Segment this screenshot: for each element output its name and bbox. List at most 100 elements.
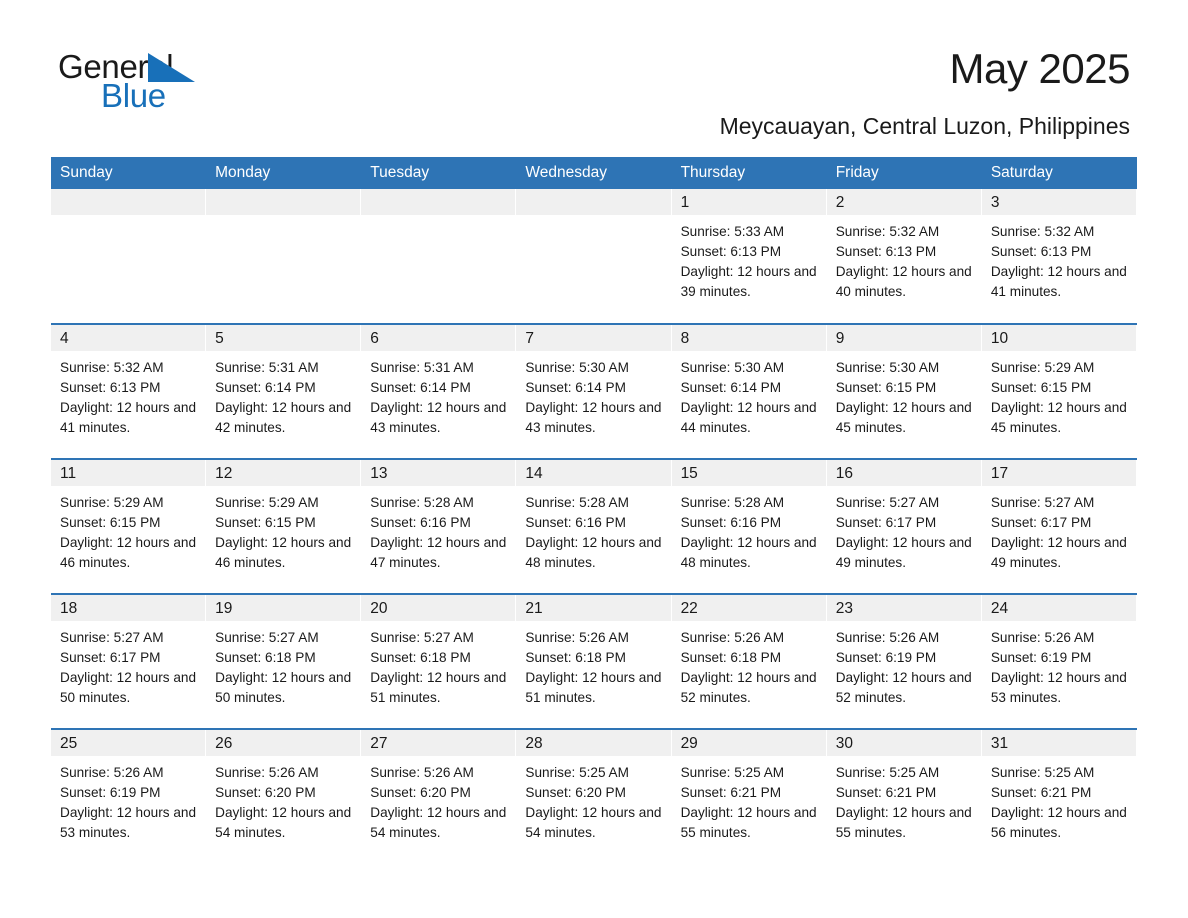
- daylight-text: Daylight: 12 hours and 46 minutes.: [60, 535, 197, 570]
- calendar-table: Sunday Monday Tuesday Wednesday Thursday…: [51, 157, 1137, 864]
- sunrise-text: Sunrise: 5:30 AM: [525, 360, 629, 375]
- day-number: 4: [51, 325, 207, 351]
- calendar-day-cell[interactable]: 8 Sunrise: 5:30 AM Sunset: 6:14 PM Daylight…: [671, 323, 827, 459]
- day-details: Sunrise: 5:26 AM Sunset: 6:18 PM Daylight:…: [672, 621, 827, 708]
- day-number: 5: [206, 325, 362, 351]
- calendar-day-cell[interactable]: 6 Sunrise: 5:31 AM Sunset: 6:14 PM Daylight…: [361, 323, 517, 459]
- day-details: Sunrise: 5:26 AM Sunset: 6:20 PM Daylight:…: [206, 756, 361, 843]
- sunrise-text: Sunrise: 5:26 AM: [215, 765, 319, 780]
- calendar-day-cell[interactable]: 20 Sunrise: 5:27 AM Sunset: 6:18 PM Dayligh…: [361, 593, 517, 729]
- sunset-text: Sunset: 6:16 PM: [680, 515, 782, 530]
- calendar-day-cell[interactable]: 13 Sunrise: 5:28 AM Sunset: 6:16 PM Dayligh…: [361, 458, 517, 594]
- calendar-day-cell[interactable]: 26 Sunrise: 5:26 AM Sunset: 6:20 PM Dayligh…: [206, 728, 362, 864]
- calendar-day-cell[interactable]: 3 Sunrise: 5:32 AM Sunset: 6:13 PM Daylight…: [981, 189, 1137, 324]
- day-details: Sunrise: 5:26 AM Sunset: 6:19 PM Daylight:…: [827, 621, 982, 708]
- calendar-day-cell[interactable]: 14 Sunrise: 5:28 AM Sunset: 6:16 PM Dayligh…: [516, 458, 672, 594]
- calendar-day-cell[interactable]: 9 Sunrise: 5:30 AM Sunset: 6:15 PM Daylight…: [826, 323, 982, 459]
- page-title: May 2025: [949, 45, 1131, 92]
- calendar-day-cell[interactable]: 7 Sunrise: 5:30 AM Sunset: 6:14 PM Daylight…: [516, 323, 672, 459]
- calendar-day-cell[interactable]: 24 Sunrise: 5:26 AM Sunset: 6:19 PM Dayligh…: [981, 593, 1137, 729]
- calendar-day-cell[interactable]: 22 Sunrise: 5:26 AM Sunset: 6:18 PM Dayligh…: [671, 593, 827, 729]
- calendar-day-cell[interactable]: 28 Sunrise: 5:25 AM Sunset: 6:20 PM Dayligh…: [516, 728, 672, 864]
- calendar-day-cell[interactable]: 18 Sunrise: 5:27 AM Sunset: 6:17 PM Dayligh…: [51, 593, 207, 729]
- calendar-day-cell[interactable]: 30 Sunrise: 5:25 AM Sunset: 6:21 PM Dayligh…: [826, 728, 982, 864]
- calendar-week-row: 18 Sunrise: 5:27 AM Sunset: 6:17 PM Dayligh…: [51, 593, 1137, 729]
- daylight-text: Daylight: 12 hours and 46 minutes.: [215, 535, 352, 570]
- calendar-day-cell[interactable]: 16 Sunrise: 5:27 AM Sunset: 6:17 PM Dayligh…: [826, 458, 982, 594]
- sunrise-text: Sunrise: 5:30 AM: [680, 360, 785, 375]
- day-details: Sunrise: 5:25 AM Sunset: 6:20 PM Daylight:…: [516, 756, 671, 843]
- sunrise-text: Sunrise: 5:25 AM: [680, 765, 785, 780]
- day-number: 23: [826, 595, 982, 621]
- calendar-day-cell[interactable]: 17 Sunrise: 5:27 AM Sunset: 6:17 PM Dayligh…: [981, 458, 1137, 594]
- daylight-text: Daylight: 12 hours and 54 minutes.: [370, 805, 507, 840]
- sunset-text: Sunset: 6:14 PM: [370, 380, 471, 395]
- sunrise-text: Sunrise: 5:32 AM: [990, 224, 1095, 239]
- sunrise-text: Sunrise: 5:29 AM: [215, 495, 319, 510]
- calendar-cell-empty: [206, 189, 362, 324]
- day-number: [516, 189, 672, 215]
- daylight-text: Daylight: 12 hours and 41 minutes.: [60, 400, 197, 435]
- sunset-text: Sunset: 6:19 PM: [835, 650, 937, 665]
- calendar-day-cell[interactable]: 11 Sunrise: 5:29 AM Sunset: 6:15 PM Dayligh…: [51, 458, 207, 594]
- calendar-day-cell[interactable]: 15 Sunrise: 5:28 AM Sunset: 6:16 PM Dayligh…: [671, 458, 827, 594]
- calendar-day-cell[interactable]: 5 Sunrise: 5:31 AM Sunset: 6:14 PM Daylight…: [206, 323, 362, 459]
- sunset-text: Sunset: 6:14 PM: [525, 380, 626, 395]
- calendar-day-cell[interactable]: 12 Sunrise: 5:29 AM Sunset: 6:15 PM Dayligh…: [206, 458, 362, 594]
- sunset-text: Sunset: 6:18 PM: [215, 650, 316, 665]
- sunrise-text: Sunrise: 5:25 AM: [990, 765, 1095, 780]
- sunset-text: Sunset: 6:20 PM: [525, 785, 626, 800]
- calendar-day-cell[interactable]: 21 Sunrise: 5:26 AM Sunset: 6:18 PM Dayligh…: [516, 593, 672, 729]
- sunrise-text: Sunrise: 5:28 AM: [680, 495, 785, 510]
- sunrise-text: Sunrise: 5:28 AM: [525, 495, 629, 510]
- calendar-day-cell[interactable]: 31 Sunrise: 5:25 AM Sunset: 6:21 PM Dayligh…: [981, 728, 1137, 864]
- sunrise-text: Sunrise: 5:28 AM: [370, 495, 474, 510]
- calendar-day-cell[interactable]: 23 Sunrise: 5:26 AM Sunset: 6:19 PM Dayligh…: [826, 593, 982, 729]
- day-details: Sunrise: 5:31 AM Sunset: 6:14 PM Daylight:…: [206, 351, 361, 438]
- day-details: Sunrise: 5:30 AM Sunset: 6:15 PM Daylight:…: [827, 351, 982, 438]
- daylight-text: Daylight: 12 hours and 49 minutes.: [835, 535, 972, 570]
- day-number: 25: [51, 730, 207, 756]
- daylight-text: Daylight: 12 hours and 54 minutes.: [215, 805, 352, 840]
- daylight-text: Daylight: 12 hours and 45 minutes.: [990, 400, 1127, 435]
- calendar-week-row: 11 Sunrise: 5:29 AM Sunset: 6:15 PM Dayligh…: [51, 458, 1137, 594]
- daylight-text: Daylight: 12 hours and 51 minutes.: [525, 670, 662, 705]
- daylight-text: Daylight: 12 hours and 41 minutes.: [990, 264, 1127, 299]
- sunset-text: Sunset: 6:18 PM: [370, 650, 471, 665]
- daylight-text: Daylight: 12 hours and 50 minutes.: [215, 670, 352, 705]
- day-number: 24: [981, 595, 1137, 621]
- calendar-day-cell[interactable]: 27 Sunrise: 5:26 AM Sunset: 6:20 PM Dayligh…: [361, 728, 517, 864]
- calendar-day-cell[interactable]: 2 Sunrise: 5:32 AM Sunset: 6:13 PM Daylight…: [826, 189, 982, 324]
- day-number: [51, 189, 207, 215]
- day-details: Sunrise: 5:28 AM Sunset: 6:16 PM Daylight:…: [361, 486, 516, 573]
- sunrise-text: Sunrise: 5:29 AM: [60, 495, 164, 510]
- daylight-text: Daylight: 12 hours and 42 minutes.: [215, 400, 352, 435]
- day-number: 10: [981, 325, 1137, 351]
- day-number: 9: [826, 325, 982, 351]
- sunrise-text: Sunrise: 5:31 AM: [370, 360, 474, 375]
- calendar-body: 1 Sunrise: 5:33 AM Sunset: 6:13 PM Daylight…: [51, 189, 1137, 864]
- weekday-header-saturday: Saturday: [981, 157, 1137, 189]
- calendar-day-cell[interactable]: 19 Sunrise: 5:27 AM Sunset: 6:18 PM Dayligh…: [206, 593, 362, 729]
- general-blue-logo[interactable]: General Blue: [58, 50, 318, 120]
- calendar-day-cell[interactable]: 29 Sunrise: 5:25 AM Sunset: 6:21 PM Dayligh…: [671, 728, 827, 864]
- calendar-day-cell[interactable]: 1 Sunrise: 5:33 AM Sunset: 6:13 PM Daylight…: [671, 189, 827, 324]
- day-details: Sunrise: 5:26 AM Sunset: 6:18 PM Daylight:…: [516, 621, 671, 708]
- day-number: 2: [826, 189, 982, 215]
- sunrise-text: Sunrise: 5:25 AM: [835, 765, 940, 780]
- daylight-text: Daylight: 12 hours and 43 minutes.: [525, 400, 662, 435]
- day-number: 22: [671, 595, 827, 621]
- day-number: 28: [516, 730, 672, 756]
- day-number: 6: [361, 325, 517, 351]
- sunset-text: Sunset: 6:15 PM: [60, 515, 161, 530]
- day-details: Sunrise: 5:27 AM Sunset: 6:17 PM Daylight:…: [827, 486, 982, 573]
- sunset-text: Sunset: 6:16 PM: [525, 515, 626, 530]
- calendar-day-cell[interactable]: 4 Sunrise: 5:32 AM Sunset: 6:13 PM Daylight…: [51, 323, 207, 459]
- daylight-text: Daylight: 12 hours and 49 minutes.: [990, 535, 1127, 570]
- sunrise-text: Sunrise: 5:32 AM: [835, 224, 940, 239]
- calendar-day-cell[interactable]: 10 Sunrise: 5:29 AM Sunset: 6:15 PM Dayligh…: [981, 323, 1137, 459]
- weekday-header-thursday: Thursday: [671, 157, 827, 189]
- day-number: 3: [981, 189, 1137, 215]
- calendar-day-cell[interactable]: 25 Sunrise: 5:26 AM Sunset: 6:19 PM Dayligh…: [51, 728, 207, 864]
- sunrise-text: Sunrise: 5:26 AM: [525, 630, 629, 645]
